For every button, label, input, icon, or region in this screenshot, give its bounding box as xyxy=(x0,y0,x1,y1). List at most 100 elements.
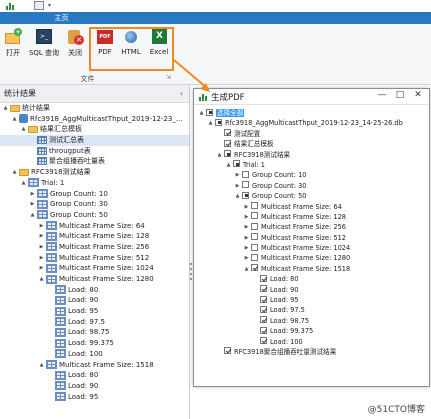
item-checkbox[interactable] xyxy=(242,170,249,178)
tree-item[interactable]: througput表 xyxy=(0,146,189,157)
collapse-arrow-icon[interactable]: ▲ xyxy=(243,264,250,274)
collapse-arrow-icon[interactable]: ▲ xyxy=(2,103,9,114)
collapse-arrow-icon[interactable]: ▲ xyxy=(29,210,36,221)
close-db-button[interactable]: ✕ 关闭 xyxy=(64,28,86,58)
tree-item[interactable]: ▲ Group Count: 50 xyxy=(0,210,189,221)
pdf-tree-item[interactable]: ▶ Multicast Frame Size: 64 xyxy=(198,202,427,212)
item-checkbox[interactable] xyxy=(260,326,267,334)
tab-home[interactable]: 主页 xyxy=(48,12,75,24)
expand-arrow-icon[interactable]: ▶ xyxy=(243,233,250,243)
tree-item[interactable]: Load: 80 xyxy=(0,285,189,296)
item-checkbox[interactable] xyxy=(251,253,258,261)
collapse-arrow-icon[interactable]: ▲ xyxy=(198,108,205,118)
pdf-tree-item[interactable]: Load: 97.5 xyxy=(198,305,427,315)
expand-arrow-icon[interactable]: ▶ xyxy=(38,263,45,274)
pdf-tree-item[interactable]: 结果汇总模板 xyxy=(198,139,427,149)
item-checkbox[interactable] xyxy=(260,305,267,313)
pdf-tree-item[interactable]: Load: 95 xyxy=(198,295,427,305)
collapse-arrow-icon[interactable]: ▲ xyxy=(225,160,232,170)
group-launcher-icon[interactable]: ⇲ xyxy=(166,74,171,81)
tree-item[interactable]: ▶ Group Count: 30 xyxy=(0,199,189,210)
collapse-arrow-icon[interactable]: ▲ xyxy=(11,167,18,178)
pdf-tree-item[interactable]: Load: 80 xyxy=(198,274,427,284)
tree-item[interactable]: Load: 90 xyxy=(0,295,189,306)
expand-arrow-icon[interactable]: ▶ xyxy=(234,181,241,191)
item-checkbox[interactable] xyxy=(206,108,213,116)
open-button[interactable]: + 打开 xyxy=(3,28,23,58)
expand-arrow-icon[interactable]: ▶ xyxy=(38,253,45,264)
pdf-tree-item[interactable]: Load: 99.375 xyxy=(198,326,427,336)
item-checkbox[interactable] xyxy=(260,274,267,282)
tree-item[interactable]: Load: 97.5 xyxy=(0,317,189,328)
tree-item[interactable]: ▲ RFC3918测试结果 xyxy=(0,167,189,178)
tree-item[interactable]: Load: 90 xyxy=(0,381,189,392)
tree-item[interactable]: ▶ Multicast Frame Size: 512 xyxy=(0,253,189,264)
expand-arrow-icon[interactable]: ▶ xyxy=(243,222,250,232)
item-checkbox[interactable] xyxy=(260,285,267,293)
quick-access-dropdown-icon[interactable]: ▾ xyxy=(48,2,51,9)
pdf-tree-item[interactable]: Load: 90 xyxy=(198,285,427,295)
item-checkbox[interactable] xyxy=(251,233,258,241)
minimize-icon[interactable]: — xyxy=(375,90,389,100)
sql-query-button[interactable]: >_ SQL 查询 xyxy=(28,28,60,58)
pdf-tree-item[interactable]: ▶ Group Count: 30 xyxy=(198,181,427,191)
item-checkbox[interactable] xyxy=(224,347,231,355)
pdf-tree-item[interactable]: ▶ Multicast Frame Size: 512 xyxy=(198,233,427,243)
pdf-tree-item[interactable]: Load: 100 xyxy=(198,337,427,347)
pdf-tree-item[interactable]: ▶ Multicast Frame Size: 128 xyxy=(198,212,427,222)
tree-item[interactable]: ▲ Multicast Frame Size: 1518 xyxy=(0,360,189,371)
pdf-tree-item[interactable]: ▲ Rfc3918_AggMulticastThput_2019-12-23_14… xyxy=(198,118,427,128)
tree-item[interactable]: ▲ 结果汇总模板 xyxy=(0,124,189,135)
tree-item[interactable]: ▶ Group Count: 10 xyxy=(0,189,189,200)
collapse-arrow-icon[interactable]: ▲ xyxy=(20,124,27,135)
item-checkbox[interactable] xyxy=(251,264,258,272)
tree-item[interactable]: ▲ 统计结果 xyxy=(0,103,189,114)
pdf-tree-item[interactable]: ▲ Trial: 1 xyxy=(198,160,427,170)
expand-arrow-icon[interactable]: ▶ xyxy=(243,243,250,253)
expand-arrow-icon[interactable]: ▶ xyxy=(243,212,250,222)
tree-item[interactable]: ▲ Rfc3918_AggMulticastThput_2019-12-23_..… xyxy=(0,114,189,125)
tree-item[interactable]: ▶ Multicast Frame Size: 1024 xyxy=(0,263,189,274)
pdf-tree-item[interactable]: 测试配置 xyxy=(198,129,427,139)
collapse-arrow-icon[interactable]: ▲ xyxy=(38,360,45,371)
pdf-tree-item[interactable]: ▲ 选择全部 xyxy=(198,108,427,118)
expand-arrow-icon[interactable]: ▶ xyxy=(38,242,45,253)
pdf-tree-item[interactable]: ▶ Multicast Frame Size: 1024 xyxy=(198,243,427,253)
tree-item[interactable]: Load: 100 xyxy=(0,349,189,360)
expand-arrow-icon[interactable]: ▶ xyxy=(38,231,45,242)
maximize-icon[interactable]: □ xyxy=(393,90,407,100)
item-checkbox[interactable] xyxy=(224,139,231,147)
item-checkbox[interactable] xyxy=(242,181,249,189)
pdf-tree-item[interactable]: ▲ RFC3918测试结果 xyxy=(198,150,427,160)
tree-item[interactable]: ▶ Multicast Frame Size: 64 xyxy=(0,221,189,232)
collapse-arrow-icon[interactable]: ▲ xyxy=(38,274,45,285)
tree-item[interactable]: Load: 95 xyxy=(0,392,189,403)
collapse-arrow-icon[interactable]: ▲ xyxy=(234,191,241,201)
expand-arrow-icon[interactable]: ▶ xyxy=(243,253,250,263)
pdf-tree-item[interactable]: ▶ Multicast Frame Size: 1280 xyxy=(198,253,427,263)
item-checkbox[interactable] xyxy=(260,295,267,303)
expand-arrow-icon[interactable]: ▶ xyxy=(29,199,36,210)
close-icon[interactable]: ✕ xyxy=(411,90,425,100)
item-checkbox[interactable] xyxy=(215,118,222,126)
pdf-tree-item[interactable]: Load: 98.75 xyxy=(198,316,427,326)
quick-access-icon[interactable] xyxy=(34,1,44,10)
expand-arrow-icon[interactable]: ▶ xyxy=(234,170,241,180)
tree-item[interactable]: ▶ Multicast Frame Size: 128 xyxy=(0,231,189,242)
pdf-tree-item[interactable]: ▲ Group Count: 50 xyxy=(198,191,427,201)
pdf-tree-item[interactable]: RFC3918聚合组播吞吐量测试结果 xyxy=(198,347,427,357)
item-checkbox[interactable] xyxy=(251,202,258,210)
collapse-arrow-icon[interactable]: ▲ xyxy=(207,118,214,128)
item-checkbox[interactable] xyxy=(251,212,258,220)
item-checkbox[interactable] xyxy=(224,129,231,137)
tree-item[interactable]: Load: 95 xyxy=(0,306,189,317)
collapse-arrow-icon[interactable]: ▲ xyxy=(11,114,18,125)
tree-item[interactable]: 测试汇总表 xyxy=(0,135,189,146)
item-checkbox[interactable] xyxy=(251,222,258,230)
tree-item[interactable]: ▲ Trial: 1 xyxy=(0,178,189,189)
chevron-left-icon[interactable]: ‹ xyxy=(180,85,183,103)
pdf-tree-item[interactable]: ▶ Group Count: 10 xyxy=(198,170,427,180)
collapse-arrow-icon[interactable]: ▲ xyxy=(216,150,223,160)
item-checkbox[interactable] xyxy=(233,160,240,168)
tree-item[interactable]: ▶ Multicast Frame Size: 256 xyxy=(0,242,189,253)
